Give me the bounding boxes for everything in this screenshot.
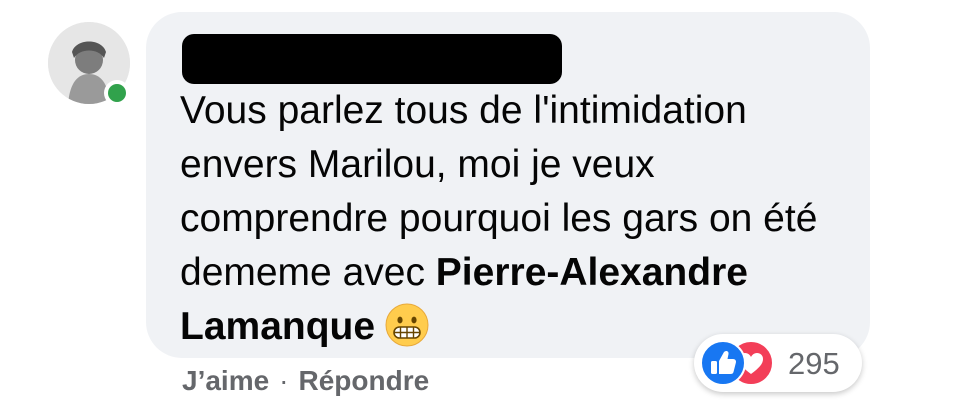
comment-text: Vous parlez tous de l'intimidation enver…: [180, 84, 860, 354]
like-button[interactable]: J’aime: [182, 365, 269, 396]
reaction-count: 295: [788, 346, 840, 381]
action-separator: ·: [279, 365, 289, 396]
comment-actions: J’aime · Répondre: [182, 365, 429, 397]
reactions-summary[interactable]: 295: [694, 334, 862, 392]
online-status-indicator: [104, 80, 130, 106]
reply-button[interactable]: Répondre: [299, 365, 430, 396]
redacted-author-name: [182, 34, 562, 84]
like-icon: [700, 340, 746, 386]
grimacing-face-icon: [385, 303, 429, 347]
